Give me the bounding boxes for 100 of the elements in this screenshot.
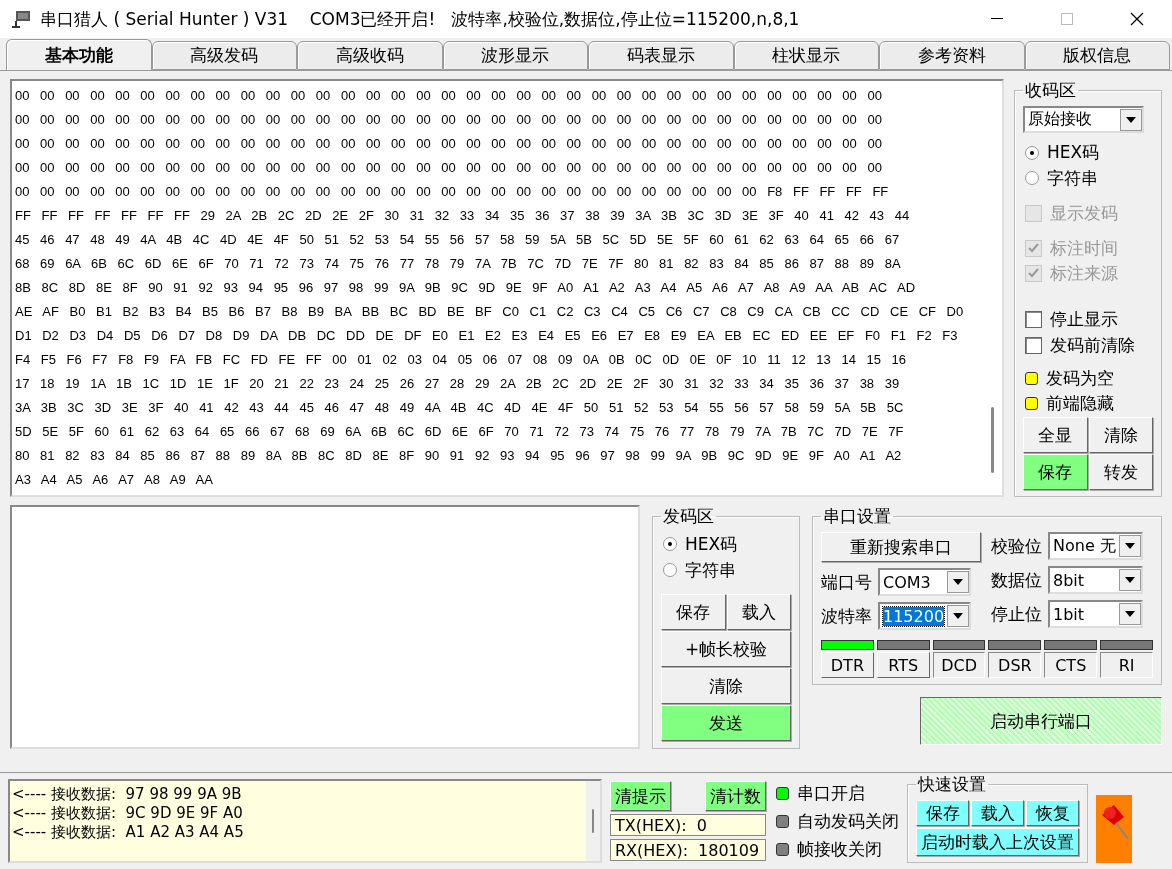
hex-data-line: 00 00 00 00 00 00 00 00 00 00 00 00 00 00 00 00 00 00 00 00 00 00 00 00 00 00 00 00 00 00 00 00 00 00 00	[15, 111, 883, 129]
maximize-icon[interactable]	[1061, 13, 1073, 25]
indicator-label: 前端隐藏	[1046, 391, 1114, 415]
panel-button[interactable]: 清除	[661, 668, 791, 704]
radio-label: 字符串	[1047, 166, 1098, 190]
dropdown[interactable]: 原始接收	[1023, 106, 1144, 134]
status-button[interactable]: 清计数	[705, 781, 766, 811]
signal-button[interactable]: RTS	[876, 652, 930, 678]
radio-button[interactable]	[1025, 171, 1039, 185]
quick-button[interactable]: 恢复	[1026, 800, 1079, 826]
panel-button[interactable]: 转发	[1088, 454, 1153, 491]
field-label: 端口号	[821, 570, 872, 594]
group-title: 快速设置	[916, 773, 987, 796]
tab[interactable]: 高级收码	[297, 41, 443, 70]
panel-button[interactable]: 保存	[661, 594, 726, 630]
tab[interactable]: 柱状显示	[733, 41, 879, 70]
quick-button[interactable]: 载入	[971, 800, 1024, 826]
dropdown[interactable]: 8bit	[1048, 566, 1143, 594]
checkbox-label: 停止显示	[1050, 308, 1118, 332]
status-label: 自动发码关闭	[797, 809, 899, 833]
hex-data-line: 00 00 00 00 00 00 00 00 00 00 00 00 00 00 00 00 00 00 00 00 00 00 00 00 00 00 00 00 00 00 F8 FF FF FF FF	[15, 183, 890, 201]
rescan-button[interactable]: 重新搜索串口	[821, 532, 981, 562]
pushpin-icon[interactable]	[1096, 795, 1132, 863]
receive-area[interactable]	[10, 79, 1004, 497]
dropdown-value: 1bit	[1053, 604, 1086, 624]
status-label: 帧接收关闭	[797, 837, 882, 861]
dropdown[interactable]: 115200	[878, 602, 971, 630]
hex-data-line: 80 81 82 83 84 85 86 87 88 89 8A 8B 8C 8D 8E 8F 90 91 92 93 94 95 96 97 98 99 9A 9B 9C 9D 9E 9F A0 A1 A2	[15, 447, 903, 465]
field-label: 数据位	[991, 568, 1042, 592]
dropdown[interactable]: COM3	[878, 568, 971, 596]
field-label: 停止位	[991, 602, 1042, 626]
tab[interactable]: 版权信息	[1024, 41, 1170, 70]
radio-label: HEX码	[685, 532, 738, 556]
scrollbar-thumb[interactable]	[592, 809, 594, 833]
checkbox[interactable]	[1025, 336, 1042, 354]
counter-value: 180109	[698, 840, 760, 860]
dropdown-arrow-icon	[1126, 116, 1136, 123]
radio-button[interactable]	[663, 563, 677, 577]
tab[interactable]: 波形显示	[442, 41, 588, 70]
checkbox-label: 显示发码	[1050, 201, 1118, 225]
status-label: 串口开启	[797, 781, 865, 805]
hex-data-line: 5D 5E 5F 60 61 62 63 64 65 66 67 68 69 6A 6B 6C 6D 6E 6F 70 71 72 73 74 75 76 77 78 79 7A 7B 7C 7D 7E 7F	[15, 423, 905, 441]
status-button[interactable]: 清提示	[610, 781, 671, 811]
close-icon[interactable]	[1130, 12, 1144, 26]
checkbox-label: 标注来源	[1050, 261, 1118, 285]
log-line: <---- 接收数据: A1 A2 A3 A4 A5	[12, 823, 245, 842]
hex-data-line: A3 A4 A5 A6 A7 A8 A9 AA	[15, 471, 214, 489]
quick-button[interactable]: 保存	[916, 800, 969, 826]
panel-button[interactable]: +帧长校验	[661, 631, 791, 667]
indicator-label: 发码为空	[1046, 366, 1114, 390]
signal-button[interactable]: DTR	[821, 652, 874, 678]
dropdown-value: 原始接收	[1028, 109, 1093, 131]
start-port-button[interactable]: 启动串行端口	[920, 697, 1162, 745]
dropdown-value: 8bit	[1053, 570, 1086, 590]
dropdown-arrow-icon	[1125, 611, 1135, 617]
window-title: 串口猎人 ( Serial Hunter ) V31 COM3已经开启! 波特率,校验位,数据位,停止位=115200,n,8,1	[40, 7, 801, 31]
group-title: 发码区	[662, 505, 715, 528]
tab[interactable]: 参考资料	[879, 41, 1025, 70]
hex-data-line: D1 D2 D3 D4 D5 D6 D7 D8 D9 DA DB DC DD DE DF E0 E1 E2 E3 E4 E5 E6 E7 E8 E9 EA EB EC ED EE EF F0 F1 F2 F3	[15, 327, 959, 345]
scrollbar-thumb[interactable]	[990, 407, 994, 473]
hex-data-line: 00 00 00 00 00 00 00 00 00 00 00 00 00 00 00 00 00 00 00 00 00 00 00 00 00 00 00 00 00 00 00 00 00 00 00	[15, 159, 883, 177]
tab[interactable]: 高级发码	[151, 41, 297, 70]
hex-data-line: 45 46 47 48 49 4A 4B 4C 4D 4E 4F 50 51 52 53 54 55 56 57 58 59 5A 5B 5C 5D 5E 5F 60 61 62 63 64 65 66 67	[15, 231, 901, 249]
checkbox-label: 发码前清除	[1050, 333, 1135, 357]
send-input-field[interactable]	[10, 505, 640, 749]
hex-data-line: AE AF B0 B1 B2 B3 B4 B5 B6 B7 B8 B9 BA BB BC BD BE BF C0 C1 C2 C3 C4 C5 C6 C7 C8 C9 CA CB CC CD CE CF D0	[15, 303, 965, 321]
panel-button[interactable]: 全显	[1023, 417, 1088, 454]
tab[interactable]: 码表显示	[588, 41, 734, 70]
hex-data-line: 68 69 6A 6B 6C 6D 6E 6F 70 71 72 73 74 75 76 77 78 79 7A 7B 7C 7D 7E 7F 80 81 82 83 84 85 86 87 88 89 8A	[15, 255, 902, 273]
panel-button[interactable]: 载入	[726, 594, 791, 630]
panel-button[interactable]: 清除	[1088, 417, 1153, 454]
hex-data-line: F4 F5 F6 F7 F8 F9 FA FB FC FD FE FF 00 01 02 03 04 05 06 07 08 09 0A 0B 0C 0D 0E 0F 10 11 12 13 14 15 16	[15, 351, 907, 369]
radio-button[interactable]	[1025, 145, 1039, 160]
radio-label: HEX码	[1047, 141, 1100, 165]
panel-button[interactable]: 发送	[661, 705, 791, 741]
hex-data-line: 00 00 00 00 00 00 00 00 00 00 00 00 00 00 00 00 00 00 00 00 00 00 00 00 00 00 00 00 00 00 00 00 00 00 00	[15, 135, 883, 153]
field-label: 波特率	[821, 604, 872, 628]
checkbox[interactable]	[1025, 311, 1042, 329]
counter-label: TX(HEX):	[615, 815, 687, 835]
dropdown-arrow-icon	[953, 579, 963, 585]
counter-value: 0	[696, 815, 707, 835]
tab[interactable]: 基本功能	[6, 39, 152, 70]
field-label: 校验位	[991, 534, 1042, 558]
group-title: 串口设置	[822, 505, 892, 528]
dropdown-value: None 无	[1053, 535, 1117, 557]
minimize-icon[interactable]	[991, 18, 1003, 20]
dropdown-arrow-icon	[1125, 543, 1135, 549]
hex-data-line: 00 00 00 00 00 00 00 00 00 00 00 00 00 00 00 00 00 00 00 00 00 00 00 00 00 00 00 00 00 00 00 00 00 00 00	[15, 87, 883, 105]
quick-button[interactable]: 启动时载入上次设置	[916, 828, 1079, 856]
dropdown[interactable]: None 无	[1048, 532, 1143, 560]
radio-button[interactable]	[663, 537, 677, 551]
dropdown-arrow-icon	[1125, 577, 1135, 583]
app-icon	[10, 9, 32, 29]
dropdown[interactable]: 1bit	[1048, 600, 1143, 628]
hex-data-line: 8B 8C 8D 8E 8F 90 91 92 93 94 95 96 97 98 99 9A 9B 9C 9D 9E 9F A0 A1 A2 A3 A4 A5 A6 A7 A8 A9 AA AB AC AD	[15, 279, 917, 297]
hex-data-line: FF FF FF FF FF FF FF 29 2A 2B 2C 2D 2E 2F 30 31 32 33 34 35 36 37 38 39 3A 3B 3C 3D 3E 3F 40 41 42 43 44	[15, 207, 911, 225]
radio-label: 字符串	[685, 558, 736, 582]
counter-label: RX(HEX):	[615, 840, 689, 860]
panel-button[interactable]: 保存	[1023, 454, 1088, 491]
log-line: <---- 接收数据: 9C 9D 9E 9F A0	[12, 804, 244, 823]
